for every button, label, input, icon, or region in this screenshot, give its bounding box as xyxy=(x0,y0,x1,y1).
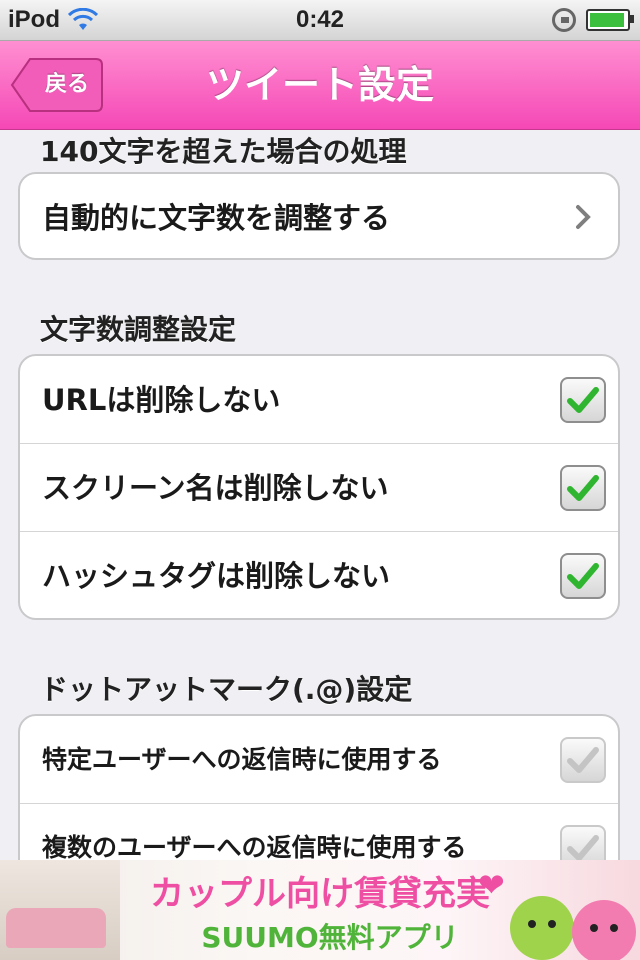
row-label: 複数のユーザーへの返信時に使用する xyxy=(42,833,467,860)
group-adjust: URLは削除しない スクリーン名は削除しない ハッシュタグは削除しない xyxy=(18,354,620,620)
green-mascot-icon xyxy=(510,896,574,960)
row-keep-screen-name[interactable]: スクリーン名は削除しない xyxy=(20,444,618,532)
row-keep-hashtag[interactable]: ハッシュタグは削除しない xyxy=(20,532,618,618)
row-label: 特定ユーザーへの返信時に使用する xyxy=(42,745,442,774)
ad-room-image xyxy=(0,860,120,960)
rotation-lock-icon xyxy=(552,8,576,32)
settings-content[interactable]: 140文字を超えた場合の処理 自動的に文字数を調整する 文字数調整設定 URLは… xyxy=(0,130,640,860)
checkbox-single-reply[interactable] xyxy=(560,737,606,783)
checkbox-keep-url[interactable] xyxy=(560,377,606,423)
row-single-reply[interactable]: 特定ユーザーへの返信時に使用する xyxy=(20,716,618,804)
checkmark-icon xyxy=(567,387,599,413)
checkmark-icon xyxy=(567,563,599,589)
checkmark-icon xyxy=(567,835,599,860)
heart-icon: ❤ xyxy=(478,866,505,904)
section-header-overflow: 140文字を超えた場合の処理 xyxy=(40,135,407,168)
row-keep-url[interactable]: URLは削除しない xyxy=(20,356,618,444)
row-label: スクリーン名は削除しない xyxy=(42,471,389,505)
row-multi-reply[interactable]: 複数のユーザーへの返信時に使用する xyxy=(20,804,618,860)
status-bar: iPod 0:42 xyxy=(0,0,640,41)
battery-icon xyxy=(586,9,634,31)
ad-banner[interactable]: カップル向け賃貸充実 ❤ SUUMO無料アプリ xyxy=(0,860,640,960)
ad-title: カップル向け賃貸充実 xyxy=(150,874,490,914)
checkbox-keep-screen-name[interactable] xyxy=(560,465,606,511)
chevron-right-icon xyxy=(576,205,591,229)
checkmark-icon xyxy=(567,475,599,501)
group-overflow: 自動的に文字数を調整する xyxy=(18,172,620,260)
row-label: URLは削除しない xyxy=(42,383,281,417)
section-header-adjust: 文字数調整設定 xyxy=(40,313,237,346)
navigation-bar: 戻る ツイート設定 xyxy=(0,41,640,130)
row-auto-adjust[interactable]: 自動的に文字数を調整する xyxy=(20,174,618,258)
checkbox-multi-reply[interactable] xyxy=(560,825,606,860)
ad-subtitle: SUUMO無料アプリ xyxy=(201,921,459,954)
page-title: ツイート設定 xyxy=(205,63,434,107)
row-label: 自動的に文字数を調整する xyxy=(42,201,391,235)
status-time: 0:42 xyxy=(295,6,345,33)
pink-mascot-icon xyxy=(572,900,636,960)
checkmark-icon xyxy=(567,747,599,773)
checkbox-keep-hashtag[interactable] xyxy=(560,553,606,599)
section-header-dotmark: ドットアットマーク(.@)設定 xyxy=(40,673,413,706)
row-label: ハッシュタグは削除しない xyxy=(42,559,391,593)
group-dotmark: 特定ユーザーへの返信時に使用する 複数のユーザーへの返信時に使用する xyxy=(18,714,620,860)
